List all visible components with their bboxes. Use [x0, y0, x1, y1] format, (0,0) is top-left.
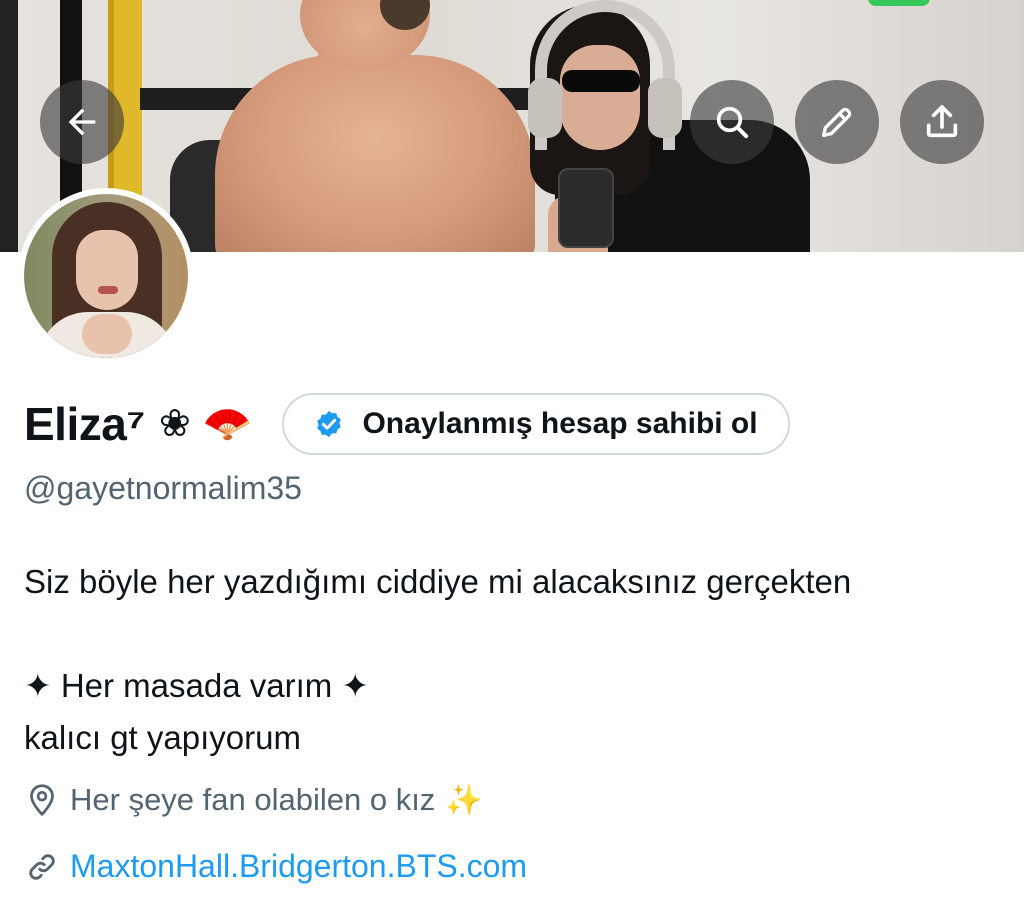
profile-name-row: Eliza⁷ ❀ 🪭 Onaylanmış hesap sahibi ol	[24, 392, 790, 456]
profile-handle: @gayetnormalim35	[24, 470, 302, 506]
bio-line: ✦ Her masada varım ✦	[24, 667, 370, 704]
profile-avatar[interactable]	[18, 188, 194, 364]
avatar-face	[76, 230, 138, 310]
location-text: Her şeye fan olabilen o kız	[70, 782, 436, 817]
display-name: Eliza⁷	[24, 398, 145, 450]
get-verified-button[interactable]: Onaylanmış hesap sahibi ol	[282, 393, 790, 455]
bio-line: kalıcı gt yapıyorum	[24, 719, 301, 756]
verified-badge-icon	[317, 410, 342, 438]
arrow-left-icon	[68, 108, 96, 136]
share-button[interactable]	[900, 80, 984, 164]
back-button[interactable]	[40, 80, 124, 164]
location-pin-icon	[30, 784, 54, 817]
website-link[interactable]: MaxtonHall.Bridgerton.BTS.com	[70, 848, 527, 885]
avatar-neck	[82, 314, 132, 354]
avatar-photo	[24, 194, 188, 358]
banner-person-man	[215, 55, 535, 252]
profile-bio: Siz böyle her yazdığımı ciddiye mi alaca…	[24, 556, 851, 764]
sparkles-emoji: ✨	[445, 783, 483, 817]
link-icon	[29, 853, 55, 880]
get-verified-label: Onaylanmış hesap sahibi ol	[362, 407, 758, 440]
search-button[interactable]	[690, 80, 774, 164]
banner-phone	[558, 168, 614, 248]
fan-emoji: 🪭	[202, 402, 253, 446]
profile-website: MaxtonHall.Bridgerton.BTS.com	[24, 848, 527, 885]
edit-button[interactable]	[795, 80, 879, 164]
banner-gym-rack	[0, 0, 18, 252]
profile-location: Her şeye fan olabilen o kız ✨	[24, 782, 483, 818]
banner-headphone-cup	[528, 78, 562, 138]
flower-emoji: ❀	[158, 403, 191, 445]
bio-line: Siz böyle her yazdığımı ciddiye mi alaca…	[24, 563, 852, 600]
search-icon	[716, 106, 749, 139]
pencil-icon	[822, 107, 852, 137]
avatar-lips	[98, 286, 118, 294]
share-upload-icon	[926, 105, 958, 138]
battery-indicator	[868, 0, 930, 6]
banner-headphone-cup	[648, 78, 682, 138]
bio-spacer	[24, 608, 851, 660]
